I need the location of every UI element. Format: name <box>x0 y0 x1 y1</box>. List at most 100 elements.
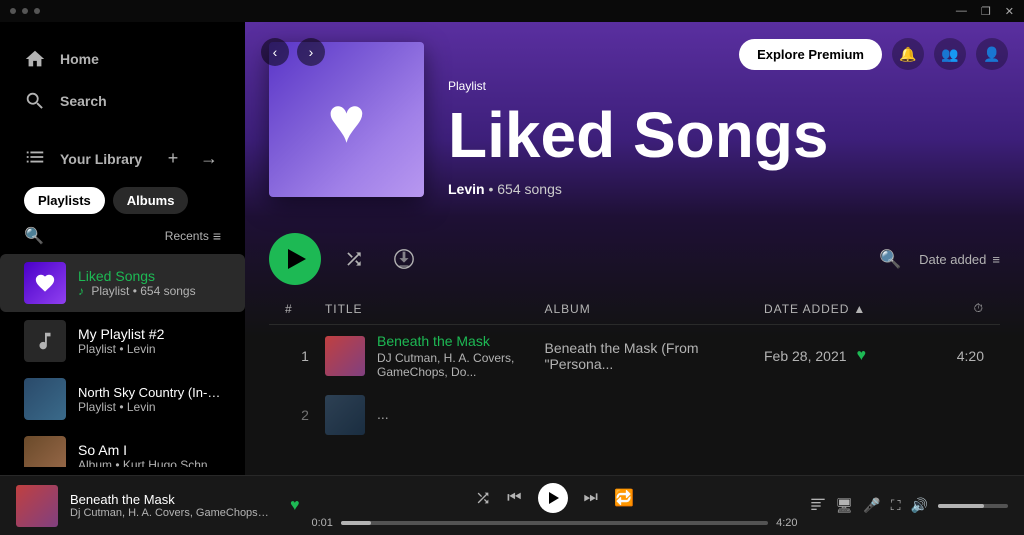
library-header-left: Your Library <box>24 146 161 171</box>
hero: ‹ › Explore Premium 🔔 👥 👤 ♥ Playlist Lik… <box>245 22 1024 217</box>
home-icon <box>24 48 46 70</box>
row-2-num: 2 <box>285 407 325 423</box>
liked-songs-info: Liked Songs ♪ Playlist • 654 songs <box>78 268 196 298</box>
np-progress: 0:01 4:20 <box>312 517 798 529</box>
date-added-control[interactable]: Date added ≡ <box>919 252 1000 267</box>
library-filters: Playlists Albums <box>12 179 233 222</box>
maximize-button[interactable]: ❐ <box>981 5 991 18</box>
np-fullscreen-button[interactable]: ⛶ <box>891 497 901 514</box>
np-queue-button[interactable] <box>810 496 826 515</box>
hero-user: Levin <box>448 181 485 197</box>
np-shuffle-button[interactable] <box>475 490 491 506</box>
search-icon <box>24 90 46 112</box>
library-item-north-sky[interactable]: North Sky Country (In-Game) Playlist • L… <box>0 370 245 428</box>
sidebar-item-search[interactable]: Search <box>12 80 233 122</box>
search-tracks-button[interactable]: 🔍 <box>873 242 907 276</box>
titlebar-dot <box>10 8 16 14</box>
np-info: Beneath the Mask Dj Cutman, H. A. Covers… <box>70 492 270 519</box>
hero-nav: ‹ › <box>261 38 325 66</box>
np-repeat-button[interactable]: 🔁 <box>614 488 634 508</box>
hero-top-right: Explore Premium 🔔 👥 👤 <box>739 38 1008 70</box>
add-library-button[interactable]: + <box>161 147 185 171</box>
np-mic-button[interactable]: 🎤 <box>863 497 880 514</box>
profile-button[interactable]: 👤 <box>976 38 1008 70</box>
np-volume-button[interactable]: 🔊 <box>911 497 928 514</box>
shuffle-button[interactable] <box>337 242 371 276</box>
col-num: # <box>285 302 325 316</box>
sidebar-item-home[interactable]: Home <box>12 38 233 80</box>
play-icon <box>288 249 306 269</box>
row-2-title: ... <box>377 406 389 422</box>
row-1-duration: 4:20 <box>924 348 984 364</box>
table-header: # Title Album Date added ▲ ⏱ <box>269 301 1000 325</box>
sidebar: Home Search Your L <box>0 22 245 475</box>
playlist2-meta: Playlist • Levin <box>78 342 164 356</box>
library-search-icon[interactable]: 🔍 <box>24 226 44 246</box>
forward-button[interactable]: › <box>297 38 325 66</box>
minimize-button[interactable]: — <box>956 5 967 17</box>
list-icon: ≡ <box>992 252 1000 267</box>
col-title: Title <box>325 302 545 316</box>
sidebar-library: Your Library + → Playlists Albums 🔍 Rece… <box>0 138 245 250</box>
sidebar-search-label: Search <box>60 93 107 109</box>
library-search-row: 🔍 Recents ≡ <box>12 222 233 250</box>
filter-albums-button[interactable]: Albums <box>113 187 189 214</box>
row-1-num: 1 <box>285 348 325 364</box>
np-next-button[interactable]: ⏭ <box>584 489 598 507</box>
explore-premium-button[interactable]: Explore Premium <box>739 39 882 70</box>
liked-songs-thumb <box>24 262 66 304</box>
np-total-time: 4:20 <box>776 517 797 529</box>
np-buttons: ⏮ ⏭ 🔁 <box>475 483 634 513</box>
row-1-cover <box>325 336 365 376</box>
liked-songs-meta: ♪ Playlist • 654 songs <box>78 284 196 298</box>
titlebar-dots <box>10 8 40 14</box>
so-am-i-name: So Am I <box>78 442 221 458</box>
np-heart-button[interactable]: ♥ <box>290 497 300 515</box>
row-1-heart: ♥ <box>857 347 867 365</box>
titlebar-dot <box>34 8 40 14</box>
hero-song-count: 654 songs <box>497 181 562 197</box>
row-2-info: ... <box>377 406 389 424</box>
so-am-i-meta: Album • Kurt Hugo Schneider <box>78 458 221 467</box>
library-header[interactable]: Your Library + → <box>12 138 233 179</box>
library-header-right: + → <box>161 147 221 171</box>
library-item-playlist2[interactable]: My Playlist #2 Playlist • Levin <box>0 312 245 370</box>
playlist2-name: My Playlist #2 <box>78 326 164 342</box>
library-item-so-am-i[interactable]: So Am I Album • Kurt Hugo Schneider <box>0 428 245 467</box>
date-added-label: Date added <box>919 252 986 267</box>
hero-separator: • <box>488 181 497 197</box>
np-controls: ⏮ ⏭ 🔁 0:01 4:20 <box>312 483 798 529</box>
hero-type-label: Playlist <box>448 79 829 93</box>
np-cover <box>16 485 58 527</box>
north-sky-thumb <box>24 378 66 420</box>
np-play-pause-button[interactable] <box>538 483 568 513</box>
back-button[interactable]: ‹ <box>261 38 289 66</box>
titlebar: — ❐ ✕ <box>0 0 1024 22</box>
library-item-liked-songs[interactable]: Liked Songs ♪ Playlist • 654 songs <box>0 254 245 312</box>
hero-meta: Levin • 654 songs <box>448 181 829 197</box>
so-am-i-thumb <box>24 436 66 467</box>
progress-bar[interactable] <box>341 521 768 525</box>
play-button[interactable] <box>269 233 321 285</box>
filter-playlists-button[interactable]: Playlists <box>24 187 105 214</box>
expand-library-button[interactable]: → <box>197 147 221 171</box>
np-devices-button[interactable]: 🖥 <box>836 497 854 514</box>
recents-button[interactable]: Recents ≡ <box>165 228 221 244</box>
table-row[interactable]: 1 Beneath the Mask DJ Cutman, H. A. Cove… <box>269 325 1000 387</box>
friends-button[interactable]: 👥 <box>934 38 966 70</box>
volume-bar[interactable] <box>938 504 1008 508</box>
notifications-button[interactable]: 🔔 <box>892 38 924 70</box>
row-2-cover <box>325 395 365 435</box>
sort-arrow: ▲ <box>853 302 866 316</box>
download-button[interactable] <box>387 242 421 276</box>
library-items: Liked Songs ♪ Playlist • 654 songs My Pl… <box>0 250 245 467</box>
table-row-partial[interactable]: 2 ... <box>269 387 1000 443</box>
col-date: Date added ▲ <box>764 302 924 316</box>
so-am-i-info: So Am I Album • Kurt Hugo Schneider <box>78 442 221 467</box>
np-prev-button[interactable]: ⏮ <box>507 489 521 507</box>
library-label: Your Library <box>60 151 142 167</box>
row-1-artist: DJ Cutman, H. A. Covers, GameChops, Do..… <box>377 351 545 379</box>
close-button[interactable]: ✕ <box>1005 5 1014 18</box>
north-sky-name: North Sky Country (In-Game) <box>78 385 221 400</box>
controls-row: 🔍 Date added ≡ <box>269 233 1000 285</box>
